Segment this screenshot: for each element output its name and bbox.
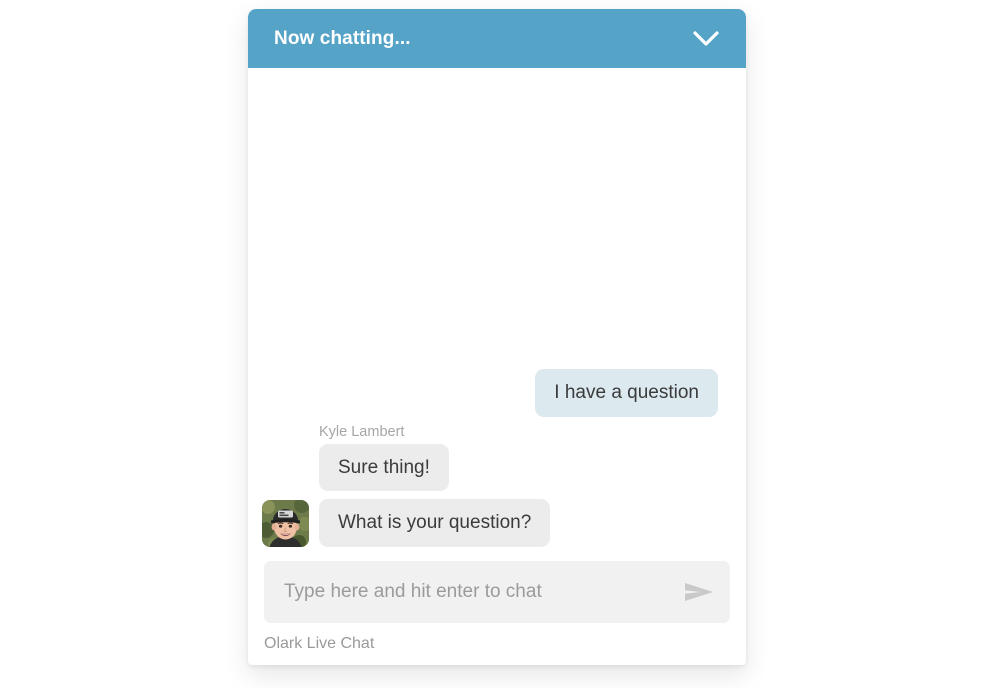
message-row-operator: Sure thing!	[262, 443, 732, 492]
chat-transcript[interactable]: I have a question Kyle Lambert Sure thin…	[248, 68, 746, 557]
chevron-down-icon[interactable]	[688, 21, 724, 57]
olark-branding-label: Olark Live Chat	[264, 635, 375, 652]
chat-composer	[248, 557, 746, 623]
message-row-operator: What is your question?	[262, 499, 732, 547]
visitor-message-bubble: I have a question	[535, 369, 718, 417]
avatar	[262, 500, 309, 547]
chat-header-title: Now chatting...	[274, 28, 411, 49]
chat-footer: Olark Live Chat	[248, 623, 746, 665]
operator-message-bubble: What is your question?	[319, 499, 551, 547]
message-row-visitor: I have a question	[262, 369, 732, 417]
chat-message-input[interactable]	[284, 581, 676, 603]
chat-header-bar[interactable]: Now chatting...	[248, 9, 746, 68]
send-paper-plane-icon[interactable]	[682, 577, 716, 607]
chat-input-container[interactable]	[264, 561, 730, 623]
operator-avatar-image	[262, 500, 309, 547]
operator-name-label: Kyle Lambert	[319, 424, 405, 440]
chat-widget: Now chatting... I have a question Kyle L…	[248, 9, 746, 665]
operator-message-bubble: Sure thing!	[319, 443, 449, 492]
